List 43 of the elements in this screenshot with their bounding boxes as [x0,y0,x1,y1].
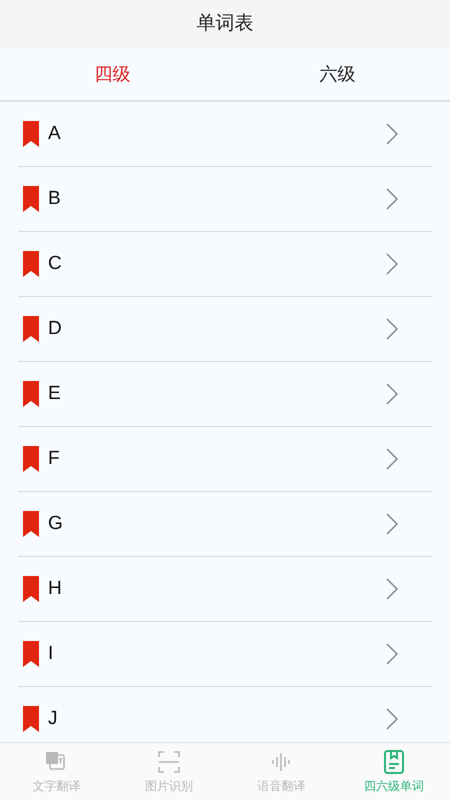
bookmark-icon [23,121,39,147]
level-tab[interactable]: 四级 [0,48,225,100]
letter-row[interactable]: E [18,362,432,427]
letter-label: D [48,316,63,341]
letter-row[interactable]: F [18,427,432,492]
letter-label: F [48,446,61,471]
chevron-right-icon [386,448,398,470]
level-tab[interactable]: 六级 [225,48,450,100]
bookmark-icon [23,641,39,667]
letter-row[interactable]: G [18,492,432,557]
chevron-right-icon [386,253,398,275]
chevron-right-icon [386,318,398,340]
bookmark-icon [23,511,39,537]
chevron-right-icon [386,123,398,145]
letter-label: E [48,382,62,406]
chevron-right-icon [386,188,398,210]
page-title: 单词表 [196,12,254,36]
letter-label: J [48,706,58,731]
letter-row[interactable]: I [18,622,432,687]
bookmark-icon [23,446,39,472]
chevron-right-icon [386,513,398,535]
chevron-right-icon [386,643,398,665]
letter-label: G [48,512,64,536]
letter-label: B [48,186,62,211]
letter-label: H [48,576,63,601]
chevron-right-icon [386,708,398,730]
bookmark-icon [23,251,39,277]
letter-label: A [48,122,62,146]
letter-label: I [48,642,54,666]
bookmark-icon [23,186,39,212]
letter-row[interactable]: C [18,232,432,297]
chevron-right-icon [386,578,398,600]
scan-icon [156,748,182,774]
chevron-right-icon [386,383,398,405]
letter-row[interactable]: B [18,167,432,232]
letter-row[interactable]: A [18,102,432,167]
letter-row[interactable]: H [18,557,432,622]
letter-row[interactable]: D [18,297,432,362]
bookmark-icon [23,316,39,342]
bookmark-icon [23,576,39,602]
letter-label: C [48,252,63,276]
bookmark-icon [23,381,39,407]
bookmark-icon [23,706,39,732]
